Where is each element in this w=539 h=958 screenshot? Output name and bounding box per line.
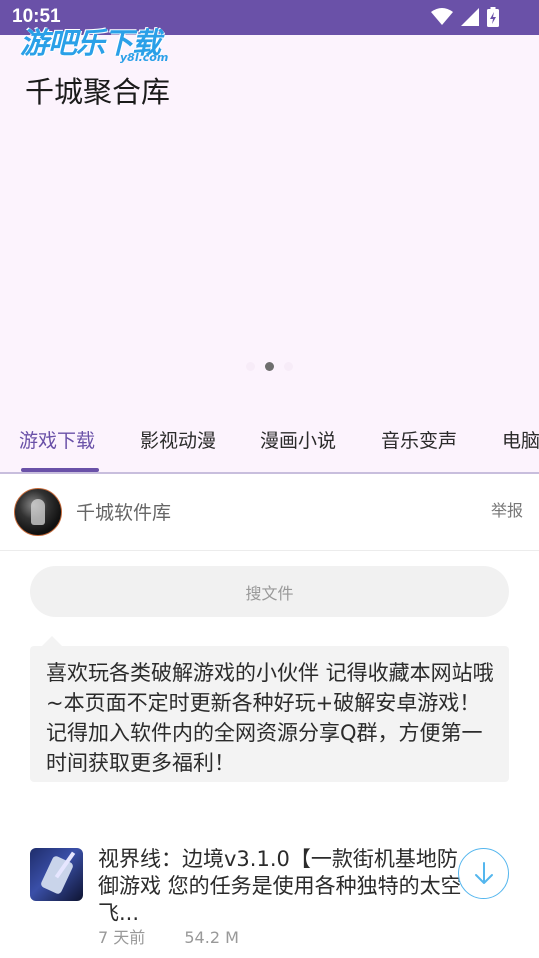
watermark-sub: y8l.com	[120, 51, 169, 64]
banner-title: 千城聚合库	[25, 75, 171, 109]
tab-music[interactable]: 音乐变声	[381, 426, 457, 453]
item-title[interactable]: 视界线：边境v3.1.0【一款街机基地防御游戏 您的任务是使用各种独特的太空飞.…	[98, 846, 473, 927]
wifi-icon	[431, 8, 453, 25]
banner-carousel[interactable]: 千城聚合库	[0, 35, 539, 405]
tab-pc[interactable]: 电脑	[502, 426, 539, 453]
battery-charging-icon	[487, 7, 499, 27]
report-button[interactable]: 举报	[491, 497, 523, 521]
tab-comics[interactable]: 漫画小说	[260, 426, 336, 453]
notice-text: 喜欢玩各类破解游戏的小伙伴 记得收藏本网站哦~本页面不定时更新各种好玩+破解安卓…	[46, 661, 494, 775]
profile-row: 千城软件库 举报	[0, 474, 539, 551]
page-dot	[246, 362, 255, 371]
tab-games[interactable]: 游戏下载	[19, 426, 95, 453]
search-input[interactable]: 搜文件	[30, 566, 509, 617]
notice-bubble: 喜欢玩各类破解游戏的小伙伴 记得收藏本网站哦~本页面不定时更新各种好玩+破解安卓…	[30, 636, 509, 782]
download-button[interactable]	[458, 848, 509, 899]
item-meta: 7 天前 54.2 M	[98, 924, 273, 948]
search-placeholder: 搜文件	[245, 584, 294, 603]
profile-name[interactable]: 千城软件库	[76, 498, 171, 525]
page-indicator	[0, 362, 539, 371]
tab-video[interactable]: 影视动漫	[140, 426, 216, 453]
item-time: 7 天前	[98, 928, 146, 947]
item-size: 54.2 M	[184, 928, 239, 947]
page-dot	[284, 362, 293, 371]
avatar[interactable]	[14, 488, 62, 536]
download-arrow-icon	[474, 861, 493, 884]
app-icon	[30, 848, 83, 901]
tab-indicator	[21, 468, 99, 472]
list-item[interactable]: 视界线：边境v3.1.0【一款街机基地防御游戏 您的任务是使用各种独特的太空飞.…	[0, 832, 539, 958]
signal-icon	[461, 8, 479, 26]
category-tabs: 游戏下载 影视动漫 漫画小说 音乐变声 电脑	[0, 405, 539, 474]
page-dot-active	[265, 362, 274, 371]
